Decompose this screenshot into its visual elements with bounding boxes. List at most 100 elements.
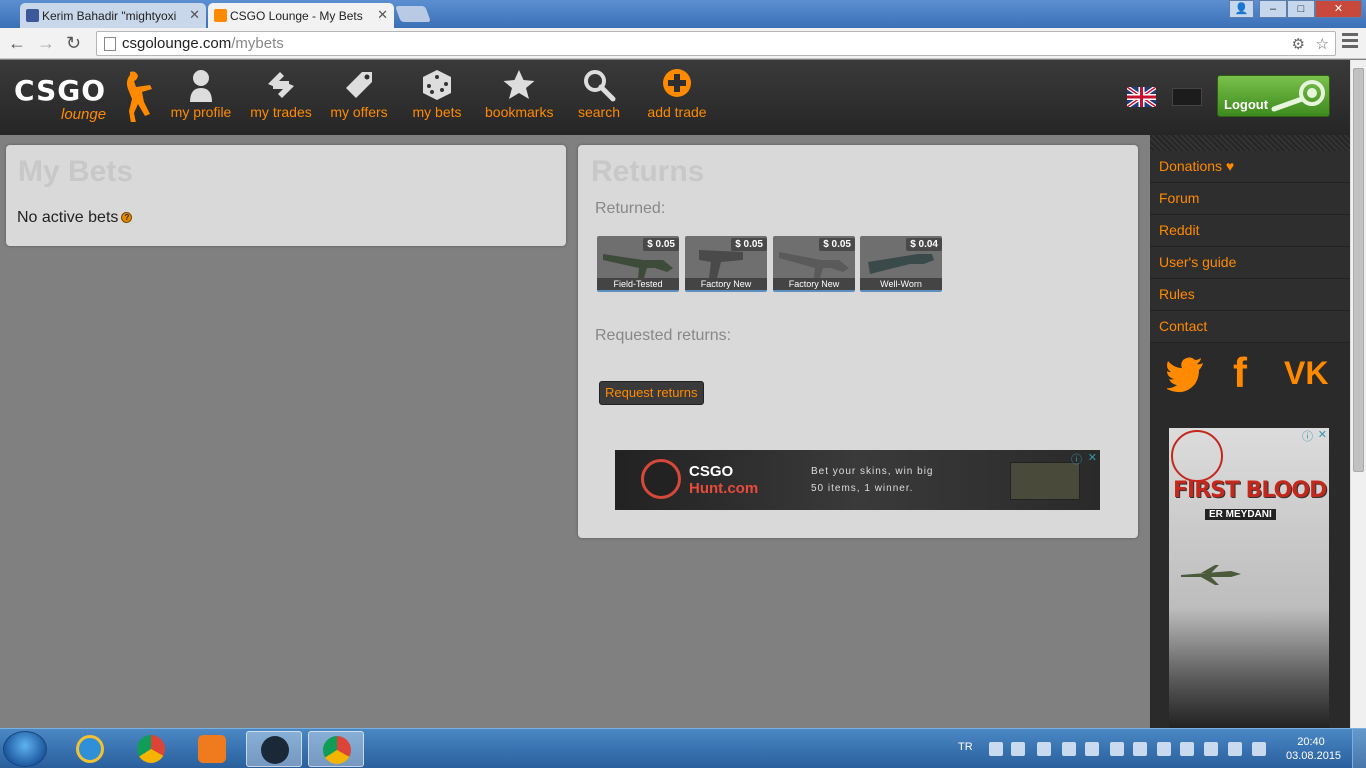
sidebar: Donations ♥ Forum Reddit User's guide Ru… <box>1150 135 1350 728</box>
tab-close-icon[interactable]: ✕ <box>189 7 200 23</box>
signal-icon[interactable] <box>1228 742 1242 756</box>
profile-icon: 👤 <box>1234 3 1249 15</box>
profile-button[interactable]: 👤 <box>1229 0 1254 18</box>
item-price: $ 0.05 <box>819 238 855 251</box>
nav-label: my bets <box>412 104 462 120</box>
flag-icon[interactable] <box>1180 742 1194 756</box>
nav-label: my profile <box>170 104 232 120</box>
nav-add-trade[interactable]: add trade <box>646 68 708 120</box>
csgolounge-favicon-icon <box>214 9 227 22</box>
bookmark-star-icon[interactable]: ☆ <box>1316 35 1329 53</box>
returned-item[interactable]: $ 0.04 Well-Worn <box>860 236 942 292</box>
back-icon[interactable]: ← <box>8 32 26 54</box>
tool-icon[interactable] <box>1037 742 1051 756</box>
nav-my-profile[interactable]: my profile <box>170 68 232 120</box>
power-icon[interactable] <box>1204 742 1218 756</box>
display-icon[interactable] <box>1133 742 1147 756</box>
returned-item[interactable]: $ 0.05 Factory New <box>685 236 767 292</box>
tab-close-icon[interactable]: ✕ <box>377 7 388 23</box>
language-indicator[interactable]: TR <box>958 741 973 753</box>
item-condition: Well-Worn <box>860 278 942 290</box>
request-returns-button[interactable]: Request returns <box>599 381 704 405</box>
ad-info-icon[interactable]: ⓘ <box>1302 428 1313 444</box>
scrollbar-thumb[interactable] <box>1353 68 1364 472</box>
language-flag-dark[interactable] <box>1172 88 1202 106</box>
media-player-icon <box>198 735 226 763</box>
close-window-button[interactable]: ✕ <box>1315 0 1362 18</box>
nav-my-bets[interactable]: my bets <box>411 68 463 120</box>
logout-label: Logout <box>1224 97 1269 112</box>
speaker-icon[interactable] <box>1085 742 1099 756</box>
steam-tray-icon[interactable] <box>1011 742 1025 756</box>
sound-icon[interactable] <box>1252 742 1266 756</box>
network-error-icon[interactable] <box>1062 742 1076 756</box>
windows-taskbar: TR 20:40 03.08.2015 <box>0 728 1366 768</box>
page-scrollbar[interactable] <box>1350 60 1366 728</box>
show-desktop-button[interactable] <box>1352 729 1366 768</box>
ad-close-icon[interactable]: ✕ <box>1088 451 1097 464</box>
nav-label: search <box>577 104 621 120</box>
airplane-icon <box>1181 565 1241 585</box>
nav-search[interactable]: search <box>576 68 622 120</box>
browser-menu-icon[interactable] <box>1342 33 1358 51</box>
csgohunt-logo-icon <box>641 459 681 499</box>
bluetooth-icon[interactable] <box>1110 742 1124 756</box>
ad-brand: CSGO Hunt.com <box>689 463 759 497</box>
nav-my-trades[interactable]: my trades <box>249 68 313 120</box>
ad-info-icon[interactable]: ⓘ <box>1071 451 1082 467</box>
chrome-icon <box>137 735 165 763</box>
dice-icon <box>423 70 451 100</box>
help-icon[interactable]: ? <box>121 212 133 224</box>
first-blood-ad[interactable]: FIRST BLOOD ER MEYDANI ⓘ ✕ <box>1169 428 1329 728</box>
minimize-button[interactable]: – <box>1259 0 1287 18</box>
my-bets-title: My Bets <box>18 155 134 188</box>
clock[interactable]: 20:40 03.08.2015 <box>1286 735 1341 763</box>
star-icon <box>503 70 535 99</box>
translate-icon[interactable]: ⚙ <box>1292 35 1305 53</box>
returned-label: Returned: <box>595 200 666 217</box>
returned-item[interactable]: $ 0.05 Factory New <box>773 236 855 292</box>
ad-close-icon[interactable]: ✕ <box>1318 428 1327 441</box>
logo-subtext: lounge <box>61 106 107 123</box>
nav-bookmarks[interactable]: bookmarks <box>485 68 553 120</box>
nav-label: bookmarks <box>485 104 554 120</box>
returned-item[interactable]: $ 0.05 Field-Tested <box>597 236 679 292</box>
item-condition: Factory New <box>773 278 855 290</box>
browser-tab[interactable]: Kerim Bahadir "mightyoxi ✕ <box>20 3 206 28</box>
edge-e-icon[interactable] <box>1157 742 1171 756</box>
browser-tab-active[interactable]: CSGO Lounge - My Bets ✕ <box>208 3 394 28</box>
csgohunt-ad-banner[interactable]: CSGO Hunt.com Bet your skins, win big 50… <box>615 450 1100 510</box>
vk-icon[interactable]: VK <box>1284 355 1340 395</box>
sidebar-link-contact[interactable]: Contact <box>1150 311 1350 343</box>
new-tab-button[interactable] <box>395 6 431 22</box>
sidebar-link-rules[interactable]: Rules <box>1150 279 1350 311</box>
nav-my-offers[interactable]: my offers <box>329 68 389 120</box>
sidebar-stripe <box>1150 135 1350 151</box>
sidebar-link-forum[interactable]: Forum <box>1150 183 1350 215</box>
uk-flag-icon[interactable] <box>1127 87 1156 107</box>
taskbar-media-player[interactable] <box>184 731 240 767</box>
sidebar-link-reddit[interactable]: Reddit <box>1150 215 1350 247</box>
crosshair-icon <box>1171 430 1223 482</box>
address-bar[interactable]: csgolounge.com/mybets ⚙ ☆ <box>96 31 1336 56</box>
tab-title: Kerim Bahadir "mightyoxi <box>42 8 177 23</box>
forward-icon[interactable]: → <box>37 32 55 54</box>
csgolounge-logo[interactable]: CSGO lounge <box>14 70 164 130</box>
taskbar-chrome[interactable] <box>123 731 179 767</box>
taskbar-steam[interactable] <box>246 731 302 767</box>
facebook-icon[interactable]: f <box>1233 352 1263 395</box>
taskbar-chrome-active[interactable] <box>308 731 364 767</box>
clock-time: 20:40 <box>1297 736 1325 748</box>
twitter-icon[interactable] <box>1167 355 1205 395</box>
logout-button[interactable]: Logout <box>1217 75 1330 117</box>
reload-icon[interactable]: ↻ <box>66 32 81 54</box>
start-button[interactable] <box>3 731 47 767</box>
windows-flag-icon[interactable] <box>989 742 1003 756</box>
sidebar-link-users-guide[interactable]: User's guide <box>1150 247 1350 279</box>
maximize-button[interactable]: □ <box>1287 0 1315 18</box>
ad-subtitle: ER MEYDANI <box>1205 509 1276 520</box>
ad-title: FIRST BLOOD <box>1173 478 1327 503</box>
trades-icon <box>268 72 294 98</box>
taskbar-internet-explorer[interactable] <box>62 731 118 767</box>
sidebar-link-donations[interactable]: Donations ♥ <box>1150 151 1350 183</box>
